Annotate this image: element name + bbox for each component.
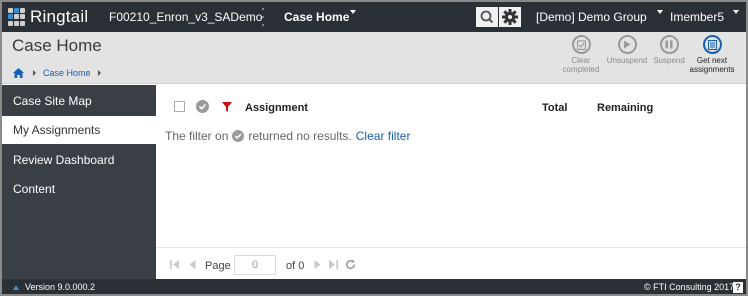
pager: Page of 0: [156, 247, 746, 279]
clear-filter-link[interactable]: Clear filter: [356, 129, 411, 143]
expand-up-icon: [13, 284, 19, 290]
get-next-assignments-button[interactable]: Get next assignments: [688, 35, 736, 74]
page-title: Case Home: [12, 36, 102, 55]
check-circle-icon: [232, 130, 245, 142]
clear-completed-button[interactable]: Clear completed: [558, 35, 604, 74]
search-button[interactable]: [476, 7, 498, 27]
last-page-icon[interactable]: [328, 260, 338, 269]
unsuspend-label: Unsuspend: [606, 56, 648, 65]
chevron-down-icon: [350, 10, 357, 14]
sidebar-item-content[interactable]: Content: [2, 175, 156, 203]
group-menu[interactable]: [Demo] Demo Group: [536, 10, 664, 24]
get-next-assignments-label: Get next assignments: [689, 56, 735, 74]
suspend-label: Suspend: [653, 56, 685, 65]
breadcrumb-case-home[interactable]: Case Home: [43, 68, 91, 78]
more-vertical-icon[interactable]: [261, 8, 265, 26]
select-all-checkbox[interactable]: [174, 101, 185, 112]
case-name[interactable]: F00210_Enron_v3_SADemo: [109, 10, 262, 24]
breadcrumb-separator-icon: [33, 70, 36, 76]
first-page-icon[interactable]: [170, 260, 180, 269]
version-label: Version 9.0.000.2: [25, 282, 96, 292]
logo-grid-icon: [8, 8, 26, 26]
suspend-button[interactable]: Suspend: [650, 35, 688, 65]
gear-icon: [502, 9, 518, 25]
app-window: Ringtail F00210_Enron_v3_SADemo Case Hom…: [0, 0, 748, 296]
previous-page-icon[interactable]: [189, 260, 196, 269]
page-number-input[interactable]: [234, 255, 276, 275]
sidebar-item-case-site-map[interactable]: Case Site Map: [2, 87, 156, 115]
next-page-icon[interactable]: [314, 260, 321, 269]
empty-prefix: The filter on: [165, 129, 229, 143]
help-icon[interactable]: ?: [733, 282, 743, 293]
nav-menu-case-home[interactable]: Case Home: [284, 10, 357, 24]
sidebar: Case Site Map My Assignments Review Dash…: [2, 85, 156, 279]
user-menu-label: Imember5: [670, 10, 725, 24]
chevron-down-icon: [733, 10, 740, 14]
clear-completed-label: Clear completed: [562, 56, 600, 74]
page-label: Page: [205, 260, 231, 272]
sidebar-item-review-dashboard[interactable]: Review Dashboard: [2, 146, 156, 174]
filter-icon[interactable]: [222, 102, 232, 112]
top-bar: Ringtail F00210_Enron_v3_SADemo Case Hom…: [2, 2, 746, 32]
page-count-label: of 0: [286, 260, 305, 272]
pause-icon: [659, 35, 679, 54]
list-icon: [702, 35, 722, 54]
table-header: Assignment Total Remaining: [156, 97, 746, 117]
column-header-assignment[interactable]: Assignment: [245, 102, 308, 114]
brand-name: Ringtail: [30, 7, 89, 26]
breadcrumb-separator-icon: [97, 70, 101, 76]
ringtail-logo[interactable]: Ringtail: [8, 7, 88, 27]
home-icon[interactable]: [13, 68, 24, 78]
sidebar-item-my-assignments[interactable]: My Assignments: [2, 116, 156, 144]
clipboard-check-icon: [571, 35, 591, 54]
play-icon: [617, 35, 637, 54]
version-info[interactable]: Version 9.0.000.2: [13, 282, 95, 292]
nav-menu-label: Case Home: [284, 10, 350, 24]
empty-results-message: The filter on returned no results. Clear…: [165, 129, 410, 143]
refresh-icon[interactable]: [345, 259, 356, 270]
footer: Version 9.0.000.2 © FTI Consulting 2017 …: [2, 279, 746, 294]
user-menu[interactable]: Imember5: [670, 10, 740, 24]
column-header-total[interactable]: Total: [542, 102, 567, 114]
unsuspend-button[interactable]: Unsuspend: [605, 35, 649, 65]
column-header-remaining[interactable]: Remaining: [597, 102, 653, 114]
copyright: © FTI Consulting 2017: [644, 282, 735, 292]
status-filter-icon[interactable]: [196, 100, 209, 113]
settings-button[interactable]: [499, 7, 521, 27]
empty-suffix: returned no results.: [248, 129, 352, 143]
assignments-panel: Assignment Total Remaining The filter on…: [156, 85, 746, 279]
chevron-down-icon: [657, 10, 664, 14]
group-menu-label: [Demo] Demo Group: [536, 10, 647, 24]
breadcrumb: Case Home: [13, 67, 108, 79]
search-icon: [480, 10, 494, 24]
page-header: Case Home Case Home Clear completed Unsus…: [2, 32, 746, 84]
